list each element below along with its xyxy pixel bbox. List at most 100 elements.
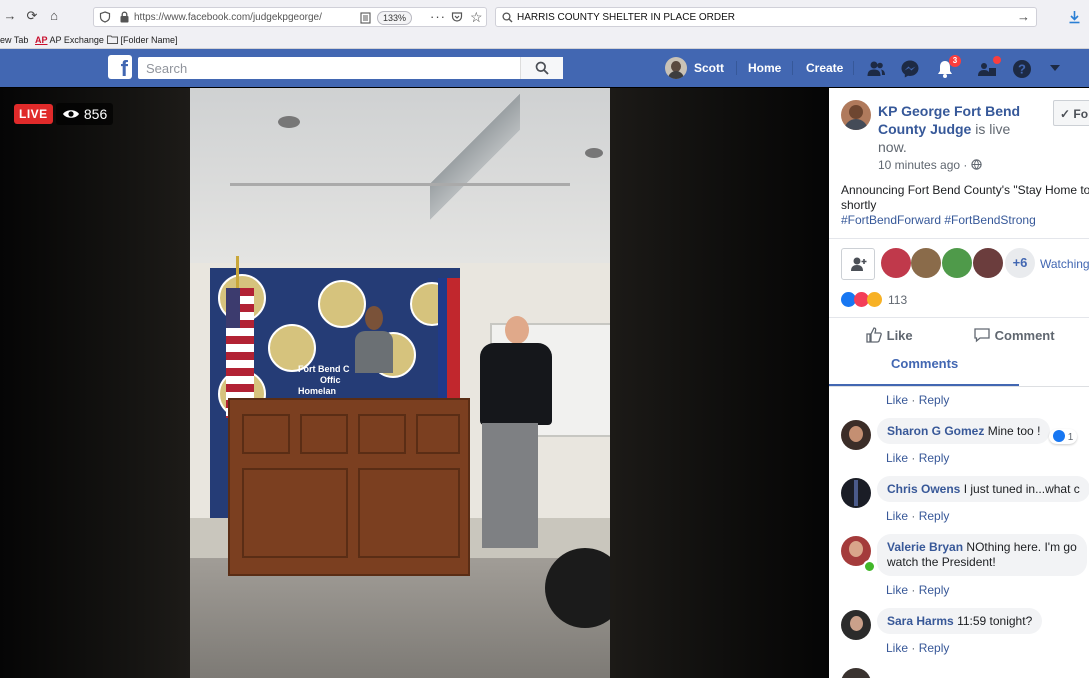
eye-icon [63, 110, 79, 118]
browser-search-bar[interactable]: HARRIS COUNTY SHELTER IN PLACE ORDER → [495, 7, 1037, 27]
thumbs-up-icon [866, 327, 882, 343]
comment-reply-link[interactable]: Reply [919, 583, 950, 597]
comment-like-link[interactable]: Like [886, 583, 908, 597]
ceiling-speaker [278, 116, 300, 128]
online-indicator [863, 560, 876, 573]
live-status: is live [971, 121, 1011, 137]
follow-button[interactable]: ✓ Fo [1053, 100, 1089, 126]
browser-toolbar: → ⟳ ⌂ https://www.facebook.com/judgekpge… [0, 0, 1089, 33]
watcher-avatar[interactable] [973, 248, 1003, 278]
bookmark-label: AP Exchange [49, 35, 104, 45]
comment-button[interactable]: Comment [973, 326, 1055, 344]
post-hashtags[interactable]: #FortBendForward #FortBendStrong [841, 213, 1089, 228]
watcher-avatar[interactable] [942, 248, 972, 278]
bookmark-star-icon[interactable]: ☆ [470, 9, 483, 26]
divider [829, 317, 1089, 318]
bookmark-new-tab[interactable]: ew Tab [0, 35, 28, 45]
post-timestamp[interactable]: 10 minutes ago · [878, 158, 982, 172]
more-watchers[interactable]: +6 [1005, 248, 1035, 278]
url-text[interactable]: https://www.facebook.com/judgekpgeorge/ [134, 12, 334, 23]
live-video-player[interactable]: Fort Bend C Offic Homelan LIVE 856 [0, 88, 829, 678]
commenter-name[interactable]: Sharon G Gomez [887, 424, 984, 438]
commenter-avatar[interactable] [841, 668, 871, 678]
like-button[interactable]: Like [865, 326, 913, 344]
search-placeholder: Search [146, 61, 188, 76]
facebook-search-input[interactable]: Search [138, 57, 563, 79]
commenter-avatar[interactable] [841, 478, 871, 508]
like-reaction-icon [1053, 430, 1065, 442]
messenger-icon[interactable] [900, 59, 920, 79]
back-icon[interactable]: → [2, 8, 18, 24]
pocket-icon[interactable] [451, 11, 463, 23]
go-arrow-icon[interactable]: → [1017, 9, 1030, 24]
comment-like-link[interactable]: Like [886, 509, 908, 523]
url-bar[interactable]: https://www.facebook.com/judgekpgeorge/ … [93, 7, 487, 27]
friend-requests-icon[interactable] [866, 59, 886, 79]
help-icon[interactable]: ? [1012, 59, 1032, 79]
comment-reply-link[interactable]: Reply [919, 451, 950, 465]
reader-view-icon[interactable] [360, 12, 371, 24]
nav-profile-name[interactable]: Scott [694, 61, 724, 75]
watching-label[interactable]: Watching [1040, 257, 1089, 271]
viewer-count-text: 856 [83, 106, 108, 122]
comment-like-link[interactable]: Like [886, 393, 908, 407]
quick-help-button[interactable] [977, 56, 1001, 79]
search-button[interactable] [520, 57, 563, 79]
lock-icon[interactable] [119, 11, 130, 23]
commenter-name[interactable]: Chris Owens [887, 482, 960, 496]
tracking-shield-icon[interactable] [99, 11, 111, 23]
comment-bubble: Sharon G Gomez Mine too ! [877, 418, 1051, 444]
watcher-avatar[interactable] [881, 248, 911, 278]
author-name-line1[interactable]: KP George Fort Bend [878, 103, 1020, 119]
check-icon: ✓ [1060, 107, 1071, 121]
invite-friends-button[interactable] [841, 248, 875, 280]
speaker-head [365, 306, 383, 330]
page-actions-icon[interactable]: ··· [430, 9, 446, 24]
commenter-name[interactable]: Sara Harms [887, 614, 954, 628]
comment-like-link[interactable]: Like [886, 451, 908, 465]
county-seal [318, 280, 366, 328]
comment-bubble: Valerie Bryan NOthing here. I'm go watch… [877, 534, 1087, 576]
comment-actions: Like · Reply [886, 583, 950, 597]
comment-actions: Like · Reply [886, 451, 950, 465]
comment-reply-link[interactable]: Reply [919, 393, 950, 407]
folder-icon [107, 35, 118, 44]
divider [829, 238, 1089, 239]
comment-reply-link[interactable]: Reply [919, 641, 950, 655]
reload-icon[interactable]: ⟳ [24, 8, 40, 24]
user-avatar[interactable] [665, 57, 687, 79]
facebook-logo[interactable]: f [108, 55, 132, 79]
comment-reply-link[interactable]: Reply [919, 509, 950, 523]
bookmark-folder[interactable]: [Folder Name] [107, 35, 178, 45]
author-avatar[interactable] [841, 100, 871, 130]
interpreter-head [505, 316, 529, 344]
bookmark-label: [Folder Name] [120, 35, 178, 45]
post-text: Announcing Fort Bend County's "Stay Home… [841, 183, 1089, 228]
video-frame[interactable]: Fort Bend C Offic Homelan [190, 88, 610, 678]
zoom-level[interactable]: 133% [377, 11, 413, 25]
bookmark-ap-exchange[interactable]: AP AP Exchange [35, 35, 104, 45]
nav-home[interactable]: Home [748, 61, 781, 75]
search-query[interactable]: HARRIS COUNTY SHELTER IN PLACE ORDER [517, 12, 735, 23]
ceiling-beam [230, 183, 570, 186]
live-badge: LIVE [14, 104, 53, 124]
account-menu-caret-icon[interactable] [1048, 63, 1062, 73]
podium [228, 398, 470, 576]
commenter-avatar[interactable] [841, 420, 871, 450]
comment-like-link[interactable]: Like [886, 641, 908, 655]
commenter-name[interactable]: Valerie Bryan [887, 540, 963, 554]
commenter-avatar[interactable] [841, 610, 871, 640]
ceiling [190, 88, 610, 263]
notifications-button[interactable]: 3 [935, 55, 961, 79]
tab-comments[interactable]: Comments [891, 356, 958, 371]
add-friend-icon [851, 257, 867, 271]
nav-separator [853, 61, 854, 75]
comment-text-continued: watch the President! [887, 555, 996, 569]
download-icon[interactable] [1068, 10, 1081, 24]
home-icon[interactable]: ⌂ [46, 8, 62, 24]
comment-reaction-count[interactable]: 1 [1049, 429, 1078, 444]
watcher-avatar[interactable] [911, 248, 941, 278]
author-name-line2[interactable]: County Judge [878, 121, 971, 137]
nav-create[interactable]: Create [806, 61, 843, 75]
notification-dot [993, 56, 1001, 64]
